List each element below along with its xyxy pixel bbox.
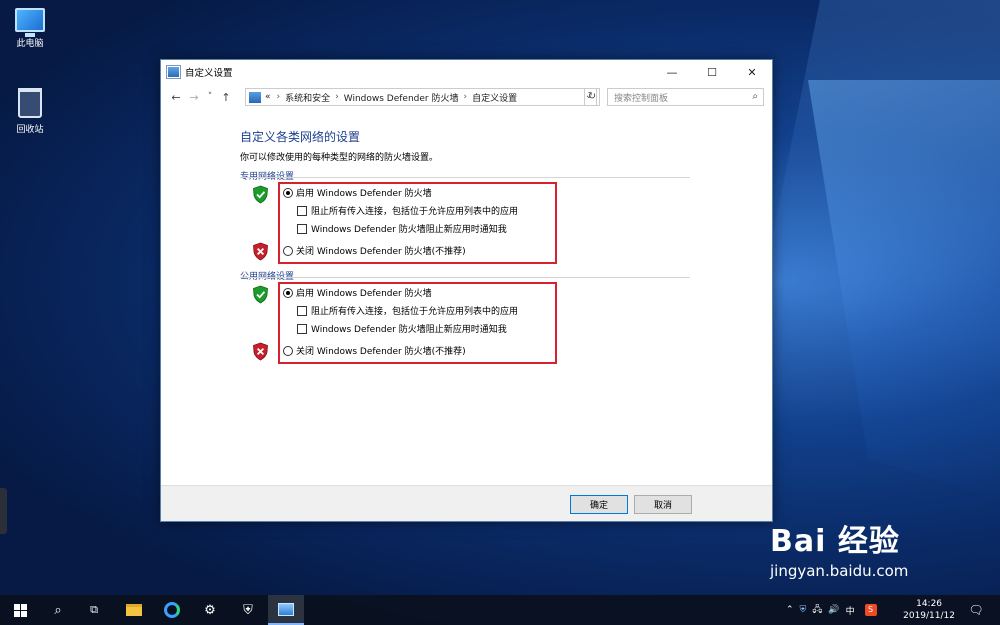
defender-tray-icon[interactable]: ⛨ (800, 605, 807, 615)
breadcrumb-firewall[interactable]: Windows Defender 防火墙 (344, 91, 459, 104)
search-placeholder: 搜索控制面板 (614, 93, 669, 104)
option-label: 关闭 Windows Defender 防火墙(不推荐) (296, 347, 466, 357)
breadcrumb-custom-settings[interactable]: 自定义设置 (472, 91, 517, 104)
baidu-watermark: Bai 经验 jingyan.baidu.com (770, 516, 908, 580)
private-block-option[interactable]: 阻止所有传入连接，包括位于允许应用列表中的应用 (297, 204, 518, 217)
file-explorer-button[interactable] (116, 595, 152, 625)
private-network-title: 专用网络设置 (240, 172, 295, 182)
recent-locations-button[interactable]: ˅ (203, 92, 217, 102)
private-notify-option[interactable]: Windows Defender 防火墙阻止新应用时通知我 (297, 222, 507, 235)
shield-ok-icon (253, 185, 268, 204)
control-panel-icon (278, 602, 294, 616)
side-handle[interactable] (0, 488, 7, 534)
chevron-up-icon[interactable]: ⌃ (786, 605, 794, 615)
option-label: 阻止所有传入连接，包括位于允许应用列表中的应用 (311, 207, 519, 217)
forward-button[interactable]: → (185, 91, 203, 104)
option-label: Windows Defender 防火墙阻止新应用时通知我 (311, 225, 507, 235)
control-panel-icon (166, 65, 181, 79)
settings-button[interactable]: ⚙ (192, 595, 228, 625)
notification-icon: 🗨 (968, 603, 984, 617)
divider (240, 177, 690, 178)
edge-icon (164, 602, 180, 618)
maximize-button[interactable]: ☐ (692, 60, 732, 84)
security-button[interactable]: ⛨ (230, 595, 266, 625)
firewall-settings-window: 自定义设置 — ☐ ✕ ← → ˅ ↑ « › 系统和安全 › Windows … (160, 59, 773, 522)
recycle-bin-icon (18, 88, 42, 118)
folder-icon (126, 604, 142, 616)
private-enable-option[interactable]: 启用 Windows Defender 防火墙 (283, 186, 432, 199)
public-network-title: 公用网络设置 (240, 272, 295, 282)
start-button[interactable] (2, 595, 38, 625)
option-label: 关闭 Windows Defender 防火墙(不推荐) (296, 247, 466, 257)
breadcrumb-system-security[interactable]: 系统和安全 (285, 91, 330, 104)
clock-time: 14:26 (916, 599, 943, 609)
desktop-icon-label: 此电脑 (16, 39, 44, 49)
taskbar: ⌕ ⧉ ⚙ ⛨ ⌃ ⛨ 🖧 🔊 中 S 14:26 2019/11/12 🗨 (0, 595, 1000, 625)
control-panel-taskbar-button[interactable] (268, 595, 304, 625)
sogou-icon[interactable]: S (864, 604, 877, 616)
network-icon[interactable]: 🖧 (812, 602, 822, 618)
shield-warning-icon (253, 242, 268, 261)
system-tray: ⌃ ⛨ 🖧 🔊 中 S (786, 595, 877, 625)
divider (240, 277, 690, 278)
private-disable-option[interactable]: 关闭 Windows Defender 防火墙(不推荐) (283, 244, 466, 257)
public-notify-option[interactable]: Windows Defender 防火墙阻止新应用时通知我 (297, 322, 507, 335)
watermark-brand: Bai 经验 (770, 524, 900, 559)
radio-disable-private[interactable] (283, 245, 293, 256)
clock-date: 2019/11/12 (903, 611, 955, 621)
radio-enable-public[interactable] (283, 287, 293, 298)
page-title: 自定义各类网络的设置 (240, 130, 361, 144)
option-label: 阻止所有传入连接，包括位于允许应用列表中的应用 (311, 307, 519, 317)
minimize-button[interactable]: — (652, 60, 692, 84)
desktop-icon-this-pc[interactable]: 此电脑 (0, 8, 60, 49)
up-button[interactable]: ↑ (217, 91, 235, 104)
title-bar[interactable]: 自定义设置 — ☐ ✕ (161, 60, 772, 84)
address-bar[interactable]: « › 系统和安全 › Windows Defender 防火墙 › 自定义设置… (245, 88, 597, 106)
page-description: 你可以修改使用的每种类型的网络的防火墙设置。 (240, 153, 439, 163)
checkbox-block-private[interactable] (297, 205, 307, 216)
action-center-button[interactable]: 🗨 (958, 595, 994, 625)
option-label: 启用 Windows Defender 防火墙 (296, 289, 432, 299)
search-icon: ⌕ (54, 602, 62, 618)
ok-button[interactable]: 确定 (570, 495, 628, 514)
checkbox-notify-public[interactable] (297, 323, 307, 334)
edge-button[interactable] (154, 595, 190, 625)
option-label: Windows Defender 防火墙阻止新应用时通知我 (311, 325, 507, 335)
search-button[interactable]: ⌕ (40, 595, 76, 625)
cancel-button[interactable]: 取消 (634, 495, 692, 514)
dialog-footer: 确定 取消 (161, 485, 772, 521)
task-view-button[interactable]: ⧉ (76, 595, 112, 625)
computer-icon (15, 8, 45, 37)
gear-icon: ⚙ (204, 602, 216, 618)
breadcrumb-overflow[interactable]: « (265, 92, 271, 102)
clock[interactable]: 14:26 2019/11/12 (903, 598, 955, 622)
close-button[interactable]: ✕ (732, 60, 772, 84)
back-button[interactable]: ← (167, 91, 185, 104)
windows-logo-icon (13, 603, 27, 617)
volume-icon[interactable]: 🔊 (828, 605, 839, 615)
desktop-icon-label: 回收站 (16, 125, 44, 135)
window-title: 自定义设置 (185, 68, 233, 79)
public-disable-option[interactable]: 关闭 Windows Defender 防火墙(不推荐) (283, 344, 466, 357)
refresh-button[interactable]: ↻ (584, 88, 600, 106)
desktop-icon-recycle-bin[interactable]: 回收站 (0, 88, 60, 135)
shield-icon: ⛨ (243, 602, 253, 618)
search-icon: ⌕ (752, 91, 758, 102)
search-input[interactable]: 搜索控制面板 ⌕ (607, 88, 764, 106)
ime-indicator[interactable]: 中 (846, 604, 855, 617)
checkbox-notify-private[interactable] (297, 223, 307, 234)
public-block-option[interactable]: 阻止所有传入连接，包括位于允许应用列表中的应用 (297, 304, 518, 317)
refresh-icon: ↻ (587, 91, 597, 102)
checkbox-block-public[interactable] (297, 305, 307, 316)
shield-ok-icon (253, 285, 268, 304)
radio-enable-private[interactable] (283, 187, 293, 198)
public-enable-option[interactable]: 启用 Windows Defender 防火墙 (283, 286, 432, 299)
task-view-icon: ⧉ (90, 603, 98, 616)
control-panel-icon (249, 91, 261, 103)
radio-disable-public[interactable] (283, 345, 293, 356)
shield-warning-icon (253, 342, 268, 361)
watermark-url: jingyan.baidu.com (770, 562, 909, 580)
option-label: 启用 Windows Defender 防火墙 (296, 189, 432, 199)
